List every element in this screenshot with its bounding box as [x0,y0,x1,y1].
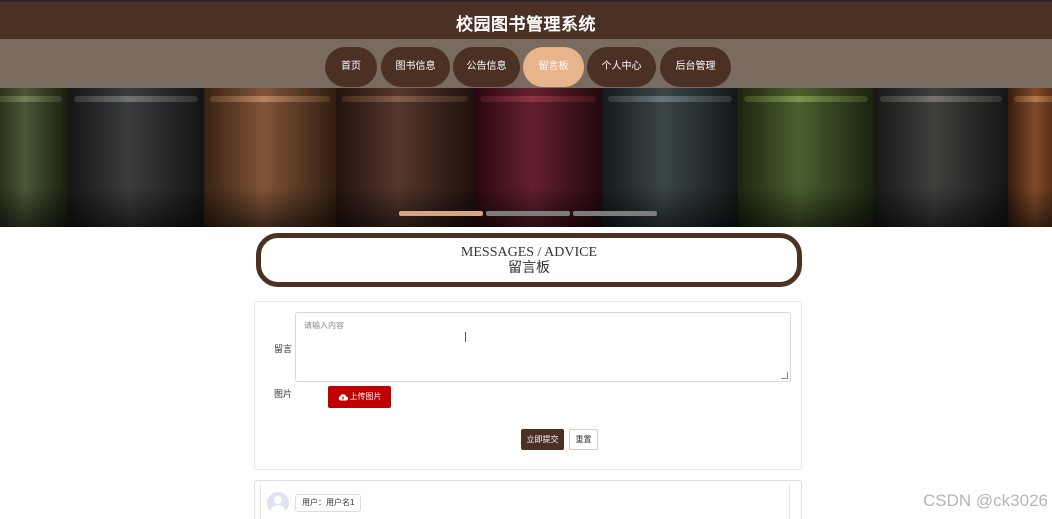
nav-item-messages[interactable]: 留言板 [523,47,584,87]
banner-book-spine [204,88,336,227]
banner-book-spine [336,88,474,227]
reset-button[interactable]: 重置 [569,429,598,450]
nav-item-admin[interactable]: 后台管理 [660,47,731,87]
section-title-cn: 留言板 [508,261,550,276]
text-cursor [465,332,466,342]
upload-image-label: 上传图片 [349,392,382,401]
banner-book-spine [874,88,1008,227]
page: 校园图书管理系统 首页 图书信息 公告信息 留言板 个人中心 后台管理 MESS… [0,0,1052,519]
banner-book-spine [474,88,602,227]
comment-item: 用户：用户名1 [260,484,790,519]
message-placeholder: 请输入内容 [304,321,344,330]
nav-item-books[interactable]: 图书信息 [381,47,450,87]
banner-book-spine [68,88,204,227]
user-avatar-icon [267,492,289,514]
message-textarea[interactable]: 请输入内容 [295,312,791,382]
nav-item-notices[interactable]: 公告信息 [453,47,520,87]
main-nav: 首页 图书信息 公告信息 留言板 个人中心 后台管理 [0,39,1052,88]
section-title-en: MESSAGES / ADVICE [460,245,598,260]
watermark: CSDN @ck3026 [923,491,1048,510]
cloud-upload-icon [338,394,348,401]
banner-book-spine [0,88,68,227]
upload-image-button[interactable]: 上传图片 [328,386,391,408]
carousel-dot-3[interactable] [573,211,657,216]
banner-book-spine [1008,88,1052,227]
resize-handle-icon[interactable] [781,372,788,379]
banner-carousel[interactable] [0,88,1052,227]
submit-button[interactable]: 立即提交 [521,429,564,450]
banner-book-spine [602,88,738,227]
message-form: 留言 请输入内容 图片 上传图片 立即提交 重置 [254,301,802,470]
section-heading: MESSAGES / ADVICE 留言板 [256,233,802,287]
nav-item-home[interactable]: 首页 [325,47,377,87]
carousel-indicators [399,211,659,217]
nav-item-profile[interactable]: 个人中心 [587,47,656,87]
comment-username: 用户：用户名1 [295,494,362,512]
site-header: 校园图书管理系统 [0,0,1052,39]
site-title: 校园图书管理系统 [456,15,596,34]
carousel-dot-1[interactable] [399,211,483,216]
carousel-dot-2[interactable] [486,211,570,216]
message-label: 留言 [274,344,293,354]
comment-list: 用户：用户名1 [254,480,802,519]
banner-book-spine [738,88,874,227]
image-label: 图片 [274,389,293,399]
